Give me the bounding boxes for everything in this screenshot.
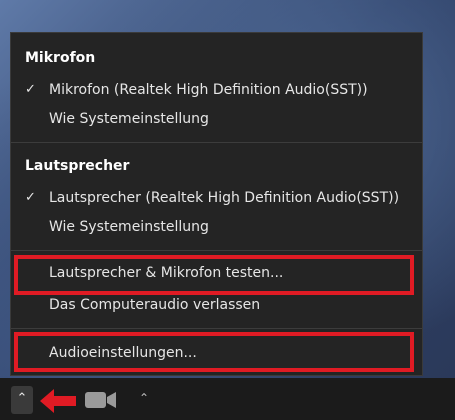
menu-item-label: Wie Systemeinstellung [49, 111, 209, 127]
video-camera-icon[interactable] [84, 390, 118, 410]
chevron-up-icon: ⌃ [138, 391, 150, 405]
menu-item-label: Mikrofon (Realtek High Definition Audio(… [49, 82, 368, 98]
audio-menu: Mikrofon ✓ Mikrofon (Realtek High Defini… [10, 32, 423, 376]
menu-item-label: Lautsprecher (Realtek High Definition Au… [49, 190, 400, 206]
lautsprecher-section-title: Lautsprecher [25, 158, 130, 174]
menu-item-speaker-system[interactable]: Wie Systemeinstellung [11, 213, 422, 241]
menu-item-mic-system[interactable]: Wie Systemeinstellung [11, 105, 422, 133]
divider [11, 142, 422, 143]
meeting-toolbar: ⌃ ⌃ [0, 378, 455, 420]
menu-item-label: Das Computeraudio verlassen [49, 297, 261, 313]
red-arrow-icon [40, 389, 76, 413]
video-options-button[interactable]: ⌃ [136, 389, 152, 407]
menu-item-mic-realtek[interactable]: ✓ Mikrofon (Realtek High Definition Audi… [11, 76, 422, 104]
check-icon: ✓ [25, 190, 36, 205]
menu-item-speaker-realtek[interactable]: ✓ Lautsprecher (Realtek High Definition … [11, 184, 422, 212]
divider [11, 250, 422, 251]
menu-item-leave-computer-audio[interactable]: Das Computeraudio verlassen [11, 291, 422, 319]
highlight-box-settings [14, 332, 414, 372]
chevron-up-icon: ⌃ [16, 391, 28, 406]
check-icon: ✓ [25, 82, 36, 97]
divider [11, 328, 422, 329]
mikrofon-section-title: Mikrofon [25, 50, 96, 66]
audio-options-button[interactable]: ⌃ [11, 386, 33, 414]
menu-item-label: Wie Systemeinstellung [49, 219, 209, 235]
highlight-box-test [14, 255, 414, 295]
